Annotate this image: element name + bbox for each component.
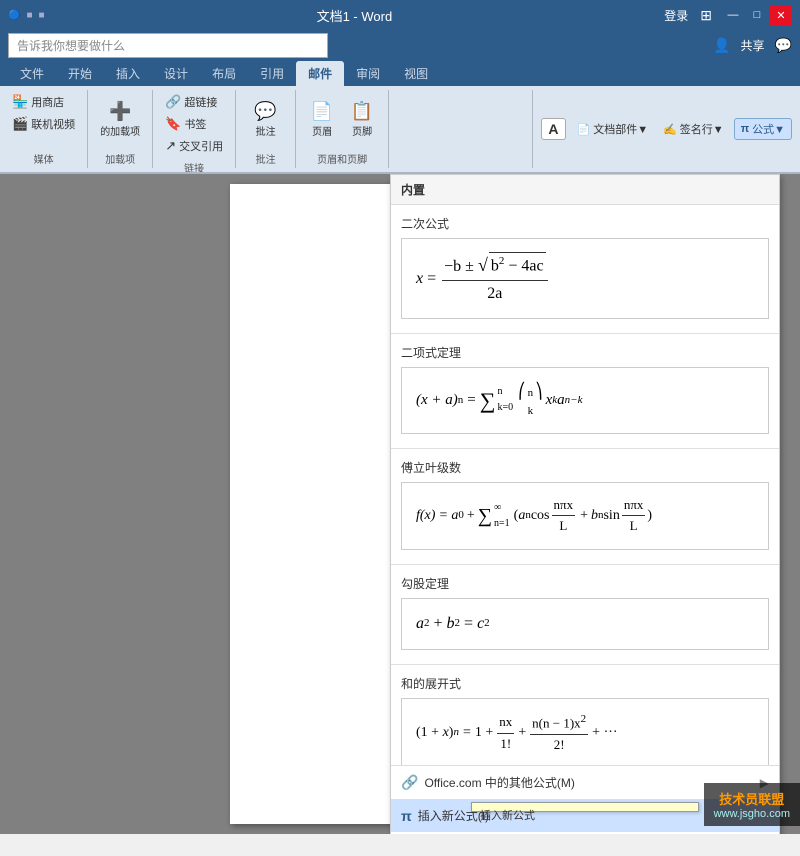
ribbon-group-links: 🔗 超链接 🔖 书签 ↗ 交叉引用 链接 [153, 90, 236, 168]
title-bar: 🔵 ■ ■ 文档1 - Word 登录 ⊞ — □ ✕ [0, 0, 800, 30]
window-title: 文档1 - Word [45, 6, 665, 25]
group-label-comments: 批注 [256, 147, 276, 166]
text-format-button[interactable]: A [541, 118, 565, 140]
comment-btn-icon: 💬 [254, 101, 276, 123]
comment-icon[interactable]: 💬 [775, 37, 792, 54]
ribbon-group-addins2: ➕ 的加载项 加载项 [88, 90, 153, 168]
crossref-icon: ↗ [165, 138, 176, 154]
docparts-button[interactable]: 📄 文档部件▼ [572, 118, 654, 140]
formula-dropdown: 内置 二次公式 x = −b ± √b2 − 4ac 2a [390, 174, 780, 834]
formula-expansion: (1 + x)n = 1 + nx 1! + n(n − 1)x2 2! [416, 711, 754, 756]
formula-box-expansion[interactable]: (1 + x)n = 1 + nx 1! + n(n − 1)x2 2! [401, 698, 769, 765]
crossref-button[interactable]: ↗ 交叉引用 [161, 136, 227, 156]
tab-references[interactable]: 引用 [248, 61, 296, 86]
formula-quadratic: x = −b ± √b2 − 4ac 2a [416, 251, 754, 306]
signature-icon: ✍ [663, 123, 677, 136]
share-button[interactable]: 共享 [741, 37, 765, 54]
bookmark-button[interactable]: 🔖 书签 [161, 114, 210, 134]
section-expansion: 和的展开式 (1 + x)n = 1 + nx 1! + [391, 665, 779, 765]
tab-view[interactable]: 视图 [392, 61, 440, 86]
tab-review[interactable]: 审阅 [344, 61, 392, 86]
online-video-button[interactable]: 🎬 联机视频 [8, 114, 79, 134]
pi-icon: π [401, 808, 412, 824]
layout-icon[interactable]: ⊞ [700, 7, 712, 24]
video-icon: 🎬 [12, 116, 28, 132]
addins-button[interactable]: ➕ 的加载项 [96, 99, 144, 140]
comment-button[interactable]: 💬 批注 [248, 99, 284, 140]
ribbon-tabs: 文件 开始 插入 设计 布局 引用 邮件 审阅 视图 [0, 60, 800, 86]
section-title-binomial: 二项式定理 [401, 344, 769, 361]
ribbon-group-headerfooter: 📄 页眉 📋 页脚 页眉和页脚 [296, 90, 389, 168]
tab-mailings[interactable]: 邮件 [296, 61, 344, 86]
watermark-bottom: www.jsgho.com [714, 808, 790, 820]
formula-button[interactable]: π 公式▼ [734, 118, 792, 140]
login-button[interactable]: 登录 [664, 7, 688, 24]
section-fourier: 傅立叶级数 f(x) = a0 + ∑ ∞ n=1 ( [391, 449, 779, 565]
link-icon: 🔗 [401, 774, 418, 791]
text-a-icon: A [548, 121, 558, 137]
user-icon: 👤 [713, 37, 730, 54]
document-area: 内置 二次公式 x = −b ± √b2 − 4ac 2a [0, 174, 800, 834]
dropdown-header: 内置 [391, 175, 779, 205]
addin-icon: ➕ [109, 101, 131, 123]
group-label-addins: 加载项 [105, 147, 135, 166]
section-pythagorean: 勾股定理 a2 + b2 = c2 [391, 565, 779, 664]
tab-file[interactable]: 文件 [8, 61, 56, 86]
section-title-quadratic: 二次公式 [401, 215, 769, 232]
ribbon-content: 🏪 用商店 🎬 联机视频 媒体 ➕ 的加载项 加载项 🔗 超链接 [0, 86, 800, 174]
section-title-fourier: 傅立叶级数 [401, 459, 769, 476]
ribbon-group-comments: 💬 批注 批注 [236, 90, 296, 168]
tab-insert[interactable]: 插入 [104, 61, 152, 86]
search-bar-input-area[interactable]: 告诉我你想要做什么 [8, 33, 328, 58]
formula-scroll-area[interactable]: 二次公式 x = −b ± √b2 − 4ac 2a [391, 205, 779, 765]
formula-box-binomial[interactable]: (x + a)n = ∑ n k=0 ⎛nk⎞ xk an−k [401, 367, 769, 433]
formula-fourier: f(x) = a0 + ∑ ∞ n=1 ( an cos [416, 495, 754, 538]
maximize-button[interactable]: □ [746, 5, 768, 25]
hyperlink-icon: 🔗 [165, 94, 181, 110]
header-button[interactable]: 📄 页眉 [304, 99, 340, 140]
footer-button[interactable]: 📋 页脚 [344, 99, 380, 140]
group-label-headerfooter: 页眉和页脚 [317, 147, 367, 166]
pi-formula-icon: π [741, 123, 749, 135]
section-title-expansion: 和的展开式 [401, 675, 769, 692]
tab-design[interactable]: 设计 [152, 61, 200, 86]
tab-home[interactable]: 开始 [56, 61, 104, 86]
footer-icon: 📋 [351, 101, 373, 123]
minimize-button[interactable]: — [722, 5, 744, 25]
store-button[interactable]: 🏪 用商店 [8, 92, 68, 112]
store-icon: 🏪 [12, 94, 28, 110]
close-button[interactable]: ✕ [770, 5, 792, 25]
watermark-top: 技术员联盟 [714, 789, 790, 808]
watermark: 技术员联盟 www.jsgho.com [704, 783, 800, 826]
section-quadratic: 二次公式 x = −b ± √b2 − 4ac 2a [391, 205, 779, 333]
formula-box-quadratic[interactable]: x = −b ± √b2 − 4ac 2a [401, 238, 769, 319]
formula-pythagorean: a2 + b2 = c2 [416, 611, 754, 637]
group-label-media: 媒体 [34, 147, 54, 166]
ribbon-group-addins: 🏪 用商店 🎬 联机视频 媒体 [0, 90, 88, 168]
section-title-pythagorean: 勾股定理 [401, 575, 769, 592]
formula-box-pythagorean[interactable]: a2 + b2 = c2 [401, 598, 769, 650]
ink-formula-item[interactable]: ✏ 墨迹公式 插入新公式 [391, 832, 779, 834]
formula-box-fourier[interactable]: f(x) = a0 + ∑ ∞ n=1 ( an cos [401, 482, 769, 551]
hyperlink-button[interactable]: 🔗 超链接 [161, 92, 221, 112]
tab-layout[interactable]: 布局 [200, 61, 248, 86]
main-area: 内置 二次公式 x = −b ± √b2 − 4ac 2a [0, 174, 800, 834]
signature-button[interactable]: ✍ 签名行▼ [659, 119, 728, 139]
group-label-links: 链接 [184, 156, 204, 174]
formula-binomial: (x + a)n = ∑ n k=0 ⎛nk⎞ xk an−k [416, 380, 754, 420]
section-binomial: 二项式定理 (x + a)n = ∑ n k=0 ⎛nk⎞ xk [391, 334, 779, 447]
header-icon: 📄 [311, 101, 333, 123]
bookmark-icon: 🔖 [165, 116, 181, 132]
docparts-icon: 📄 [577, 123, 591, 136]
